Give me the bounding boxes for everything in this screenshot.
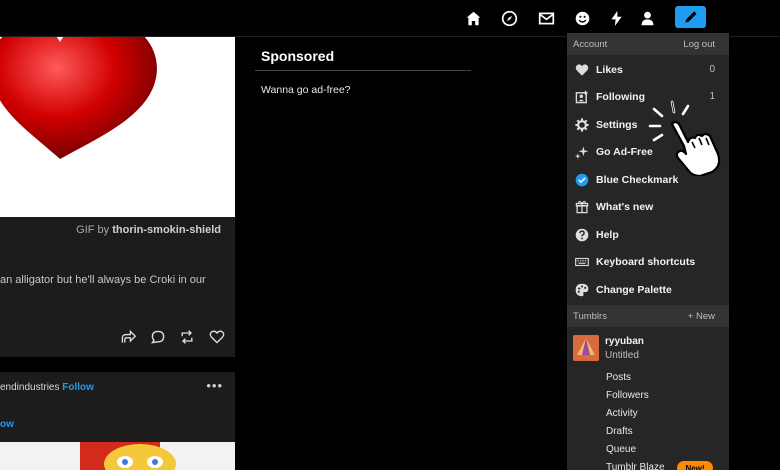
sponsored-section: Sponsored Wanna go ad-free? [255,37,471,96]
compose-button[interactable] [675,6,706,28]
help-icon [574,227,590,243]
messages-icon[interactable] [573,8,591,28]
sparkle-icon [574,144,590,160]
gift-icon [574,199,590,215]
blog-title: Untitled [605,350,639,361]
follow-link[interactable]: ow [0,419,14,430]
pencil-icon [684,11,697,23]
menu-item-label: Go Ad-Free [596,145,653,158]
tumblrs-section-header: Tumblrs + New [567,305,729,327]
post-card: GIF by thorin-smokin-shield an alligator… [0,37,235,357]
post-card: endindustries Follow ••• ow [0,372,235,470]
gif-credit-prefix: GIF by [76,224,110,236]
home-icon[interactable] [464,8,482,28]
reply-icon[interactable] [150,329,166,347]
post-actions [120,329,225,347]
like-icon[interactable] [209,329,225,347]
post-image-art [80,442,176,470]
follow-button[interactable]: Follow [62,382,94,393]
divider [255,70,471,71]
menu-item-label: Keyboard shortcuts [596,255,696,268]
reblog-icon[interactable] [179,329,195,347]
post-gif[interactable] [0,37,235,217]
menu-item-label: Following [596,90,645,103]
menu-item-label: Likes [596,63,623,76]
menu-item-likes[interactable]: Likes 0 [567,56,729,83]
menu-item-help[interactable]: Help [567,221,729,248]
menu-item-keyboard-shortcuts[interactable]: Keyboard shortcuts [567,248,729,275]
new-blog-button[interactable]: + New [688,311,715,322]
checkmark-badge-icon [574,172,590,188]
inbox-icon[interactable] [537,8,555,28]
heart-icon [574,62,590,78]
gear-icon [574,117,590,133]
blog-posts-link[interactable]: Posts [606,372,631,383]
gif-credit-user[interactable]: thorin-smokin-shield [112,224,221,236]
account-label: Account [573,38,608,50]
top-navigation-bar [0,0,780,37]
new-badge: New! [677,461,713,470]
blog-entry[interactable]: ryyuban Untitled [573,335,723,363]
palette-icon [574,282,590,298]
activity-icon[interactable] [607,8,625,28]
post-image[interactable] [0,442,235,470]
post-caption: an alligator but he'll always be Croki i… [0,274,206,286]
sponsored-title: Sponsored [261,48,335,64]
menu-item-change-palette[interactable]: Change Palette [567,276,729,303]
following-icon [574,89,590,105]
menu-item-label: What's new [596,200,654,213]
menu-item-label: Change Palette [596,283,672,296]
blog-avatar [573,335,599,361]
menu-item-label: Help [596,228,619,241]
blog-drafts-link[interactable]: Drafts [606,426,633,437]
keyboard-icon [574,254,590,270]
explore-icon[interactable] [500,8,518,28]
blog-queue-link[interactable]: Queue [606,444,636,455]
account-dropdown-menu: Account Log out Likes 0 Following 1 Sett… [567,33,729,470]
share-icon[interactable] [120,329,137,347]
menu-item-whats-new[interactable]: What's new [567,193,729,220]
likes-count: 0 [709,64,715,75]
blog-followers-link[interactable]: Followers [606,390,649,401]
post-author[interactable]: endindustries [0,382,59,393]
gif-credit: GIF by thorin-smokin-shield [76,224,221,236]
logout-button[interactable]: Log out [683,39,715,50]
blog-activity-link[interactable]: Activity [606,408,638,419]
blog-tumblr-blaze-link[interactable]: Tumblr Blaze [606,462,665,470]
tumblrs-label: Tumblrs [573,310,607,322]
account-icon[interactable] [638,8,656,28]
menu-item-label: Settings [596,118,638,131]
account-section-header: Account Log out [567,33,729,55]
hand-pointer-cursor-icon [648,100,721,176]
more-options-icon[interactable]: ••• [206,378,223,393]
blog-name: ryyuban [605,336,644,347]
heart-gif-image [0,37,157,159]
ad-free-link[interactable]: Wanna go ad-free? [261,84,471,96]
post-author-line: endindustries Follow [0,382,94,393]
